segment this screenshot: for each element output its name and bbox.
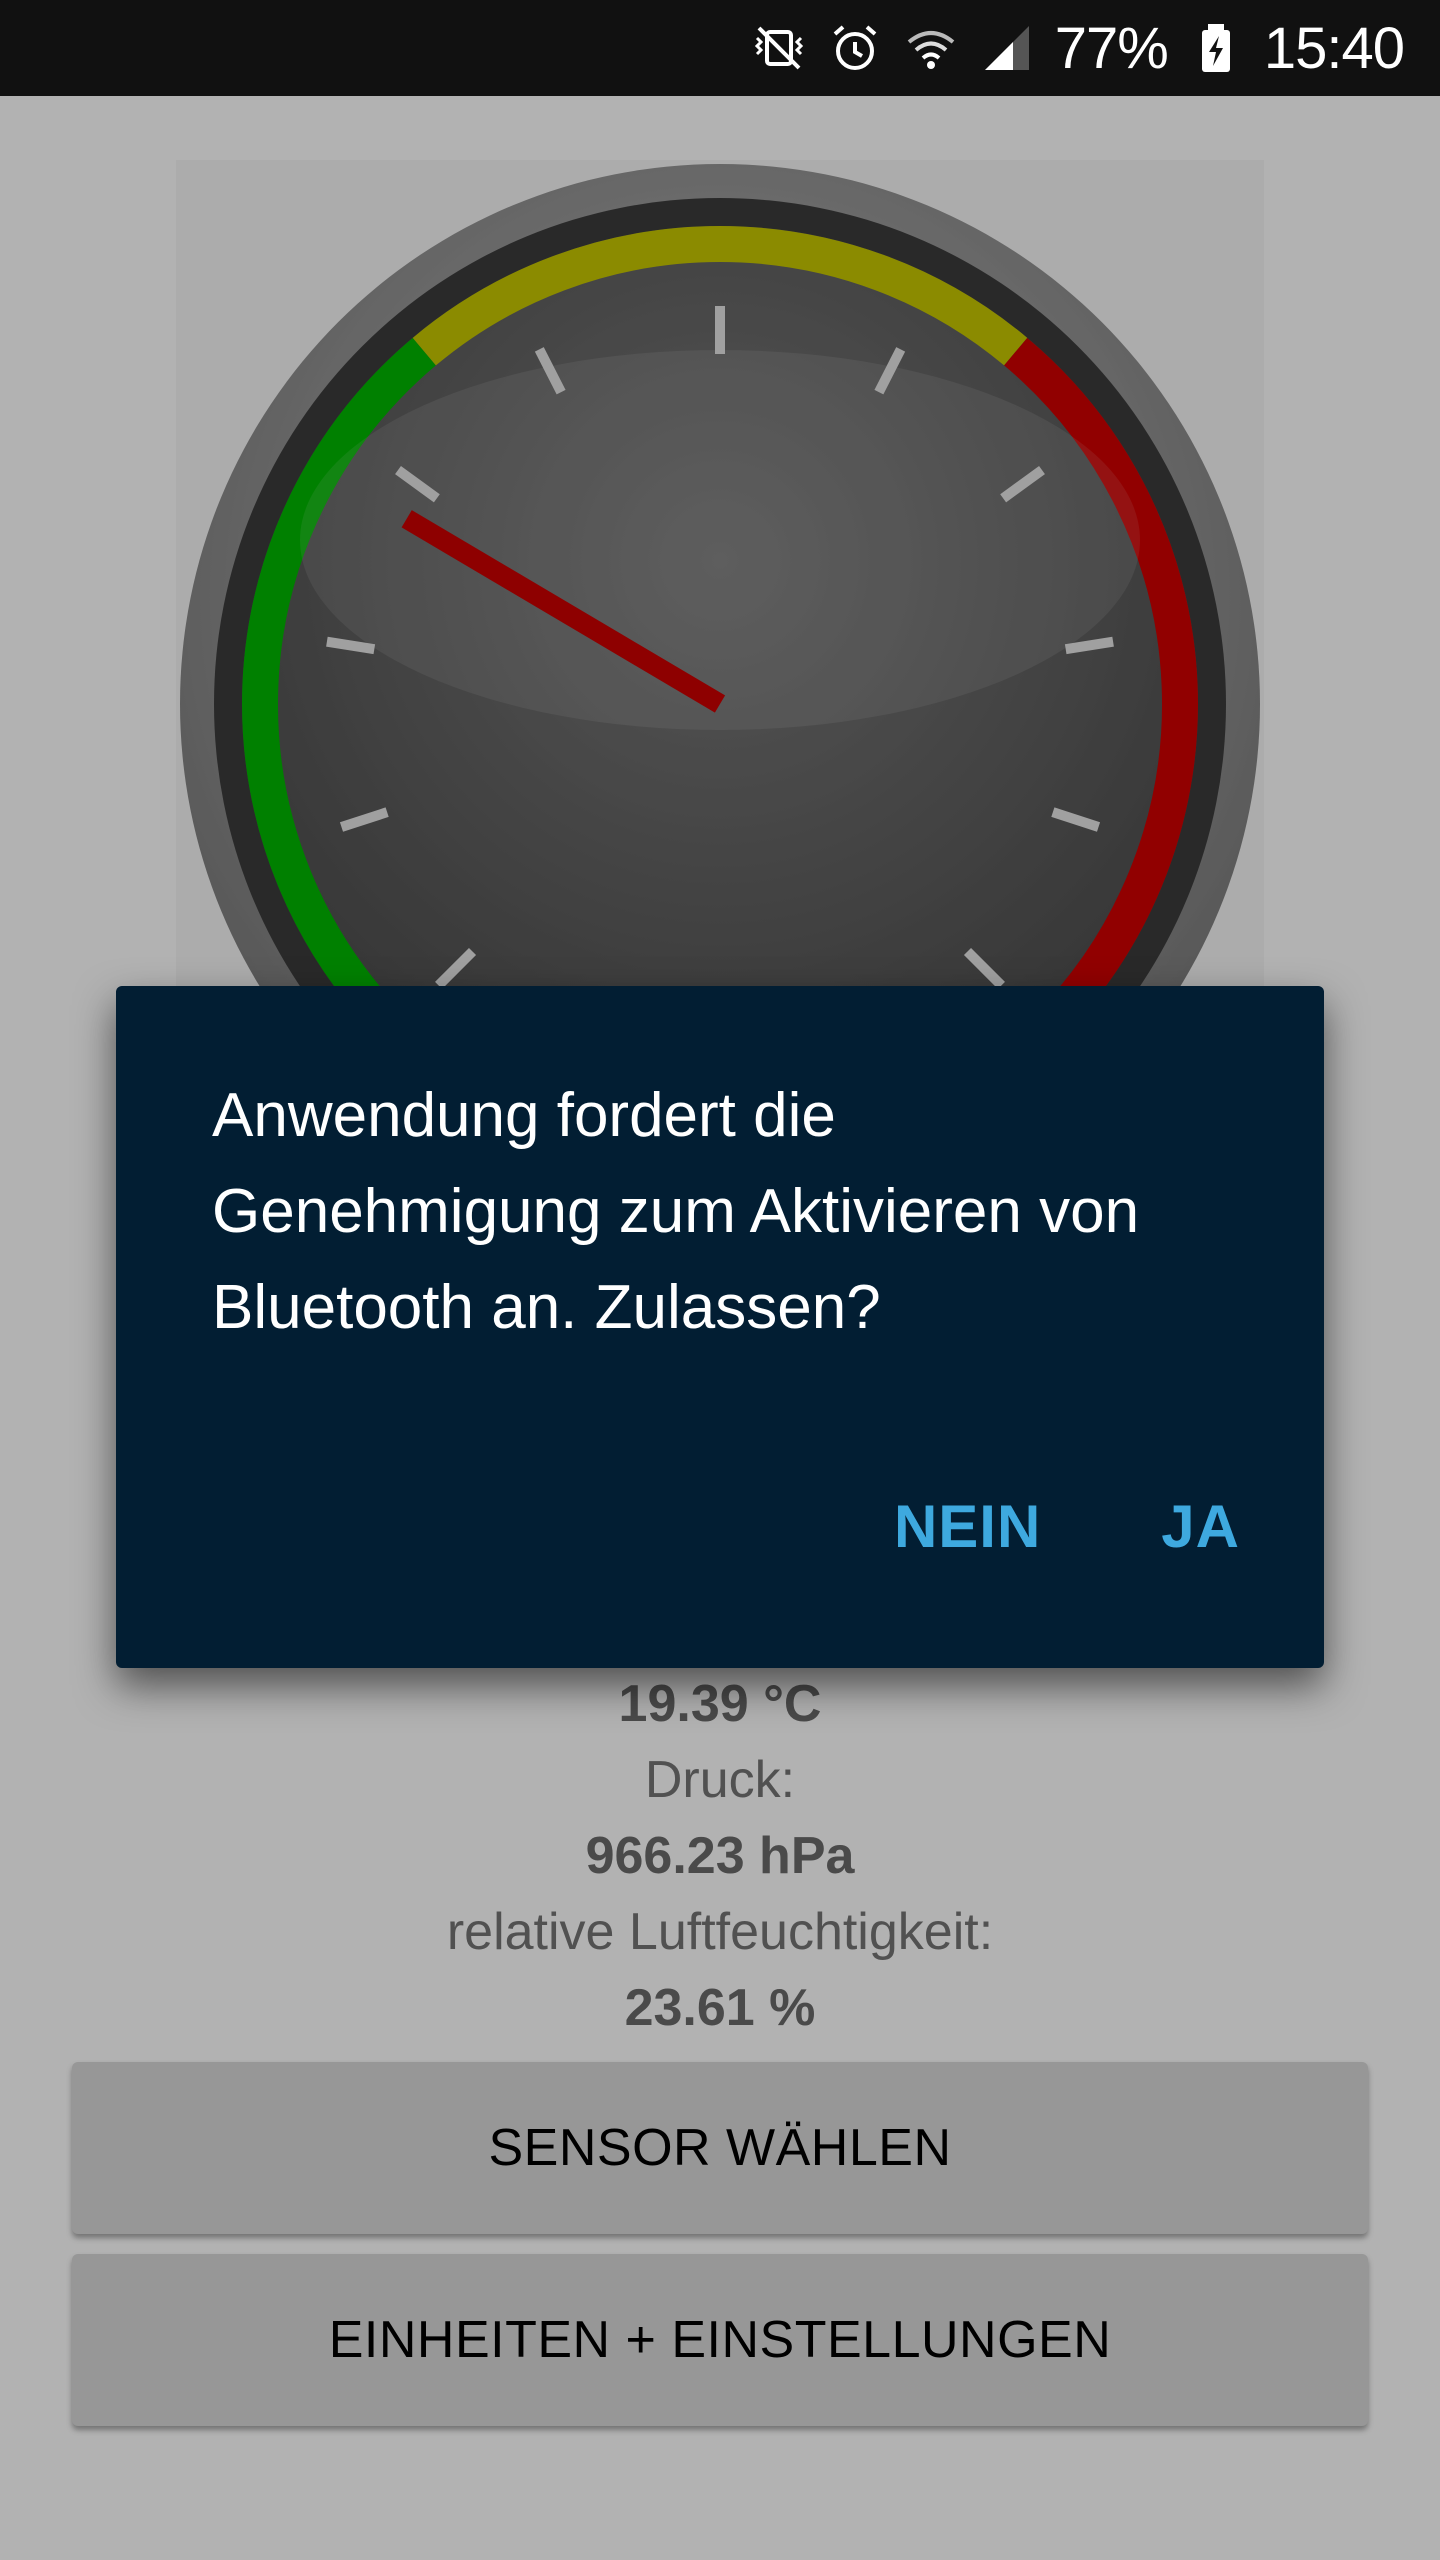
- deny-button[interactable]: NEIN: [894, 1492, 1041, 1561]
- allow-button[interactable]: JA: [1161, 1492, 1240, 1561]
- dialog-message-line: Bluetooth an. Zulassen?: [212, 1273, 881, 1342]
- clock: 15:40: [1263, 15, 1405, 81]
- cell-signal-icon: [984, 26, 1029, 70]
- alarm-icon: [833, 25, 877, 70]
- battery-charging-icon: [1201, 24, 1230, 72]
- bluetooth-permission-dialog: Anwendung fordert die Genehmigung zum Ak…: [116, 986, 1324, 1668]
- vibrate-mute-icon: [754, 26, 803, 70]
- status-icons: 77% 15:40: [751, 0, 1405, 96]
- battery-percentage: 77%: [1054, 15, 1169, 81]
- dialog-message-line: Anwendung fordert die: [212, 1081, 836, 1150]
- dialog-actions: NEIN JA: [894, 1492, 1240, 1561]
- dialog-message-line: Genehmigung zum Aktivieren von: [212, 1177, 1140, 1246]
- status-bar: 77% 15:40: [0, 0, 1440, 96]
- dialog-message: Anwendung fordert die Genehmigung zum Ak…: [212, 1068, 1272, 1356]
- wifi-icon: [907, 31, 955, 69]
